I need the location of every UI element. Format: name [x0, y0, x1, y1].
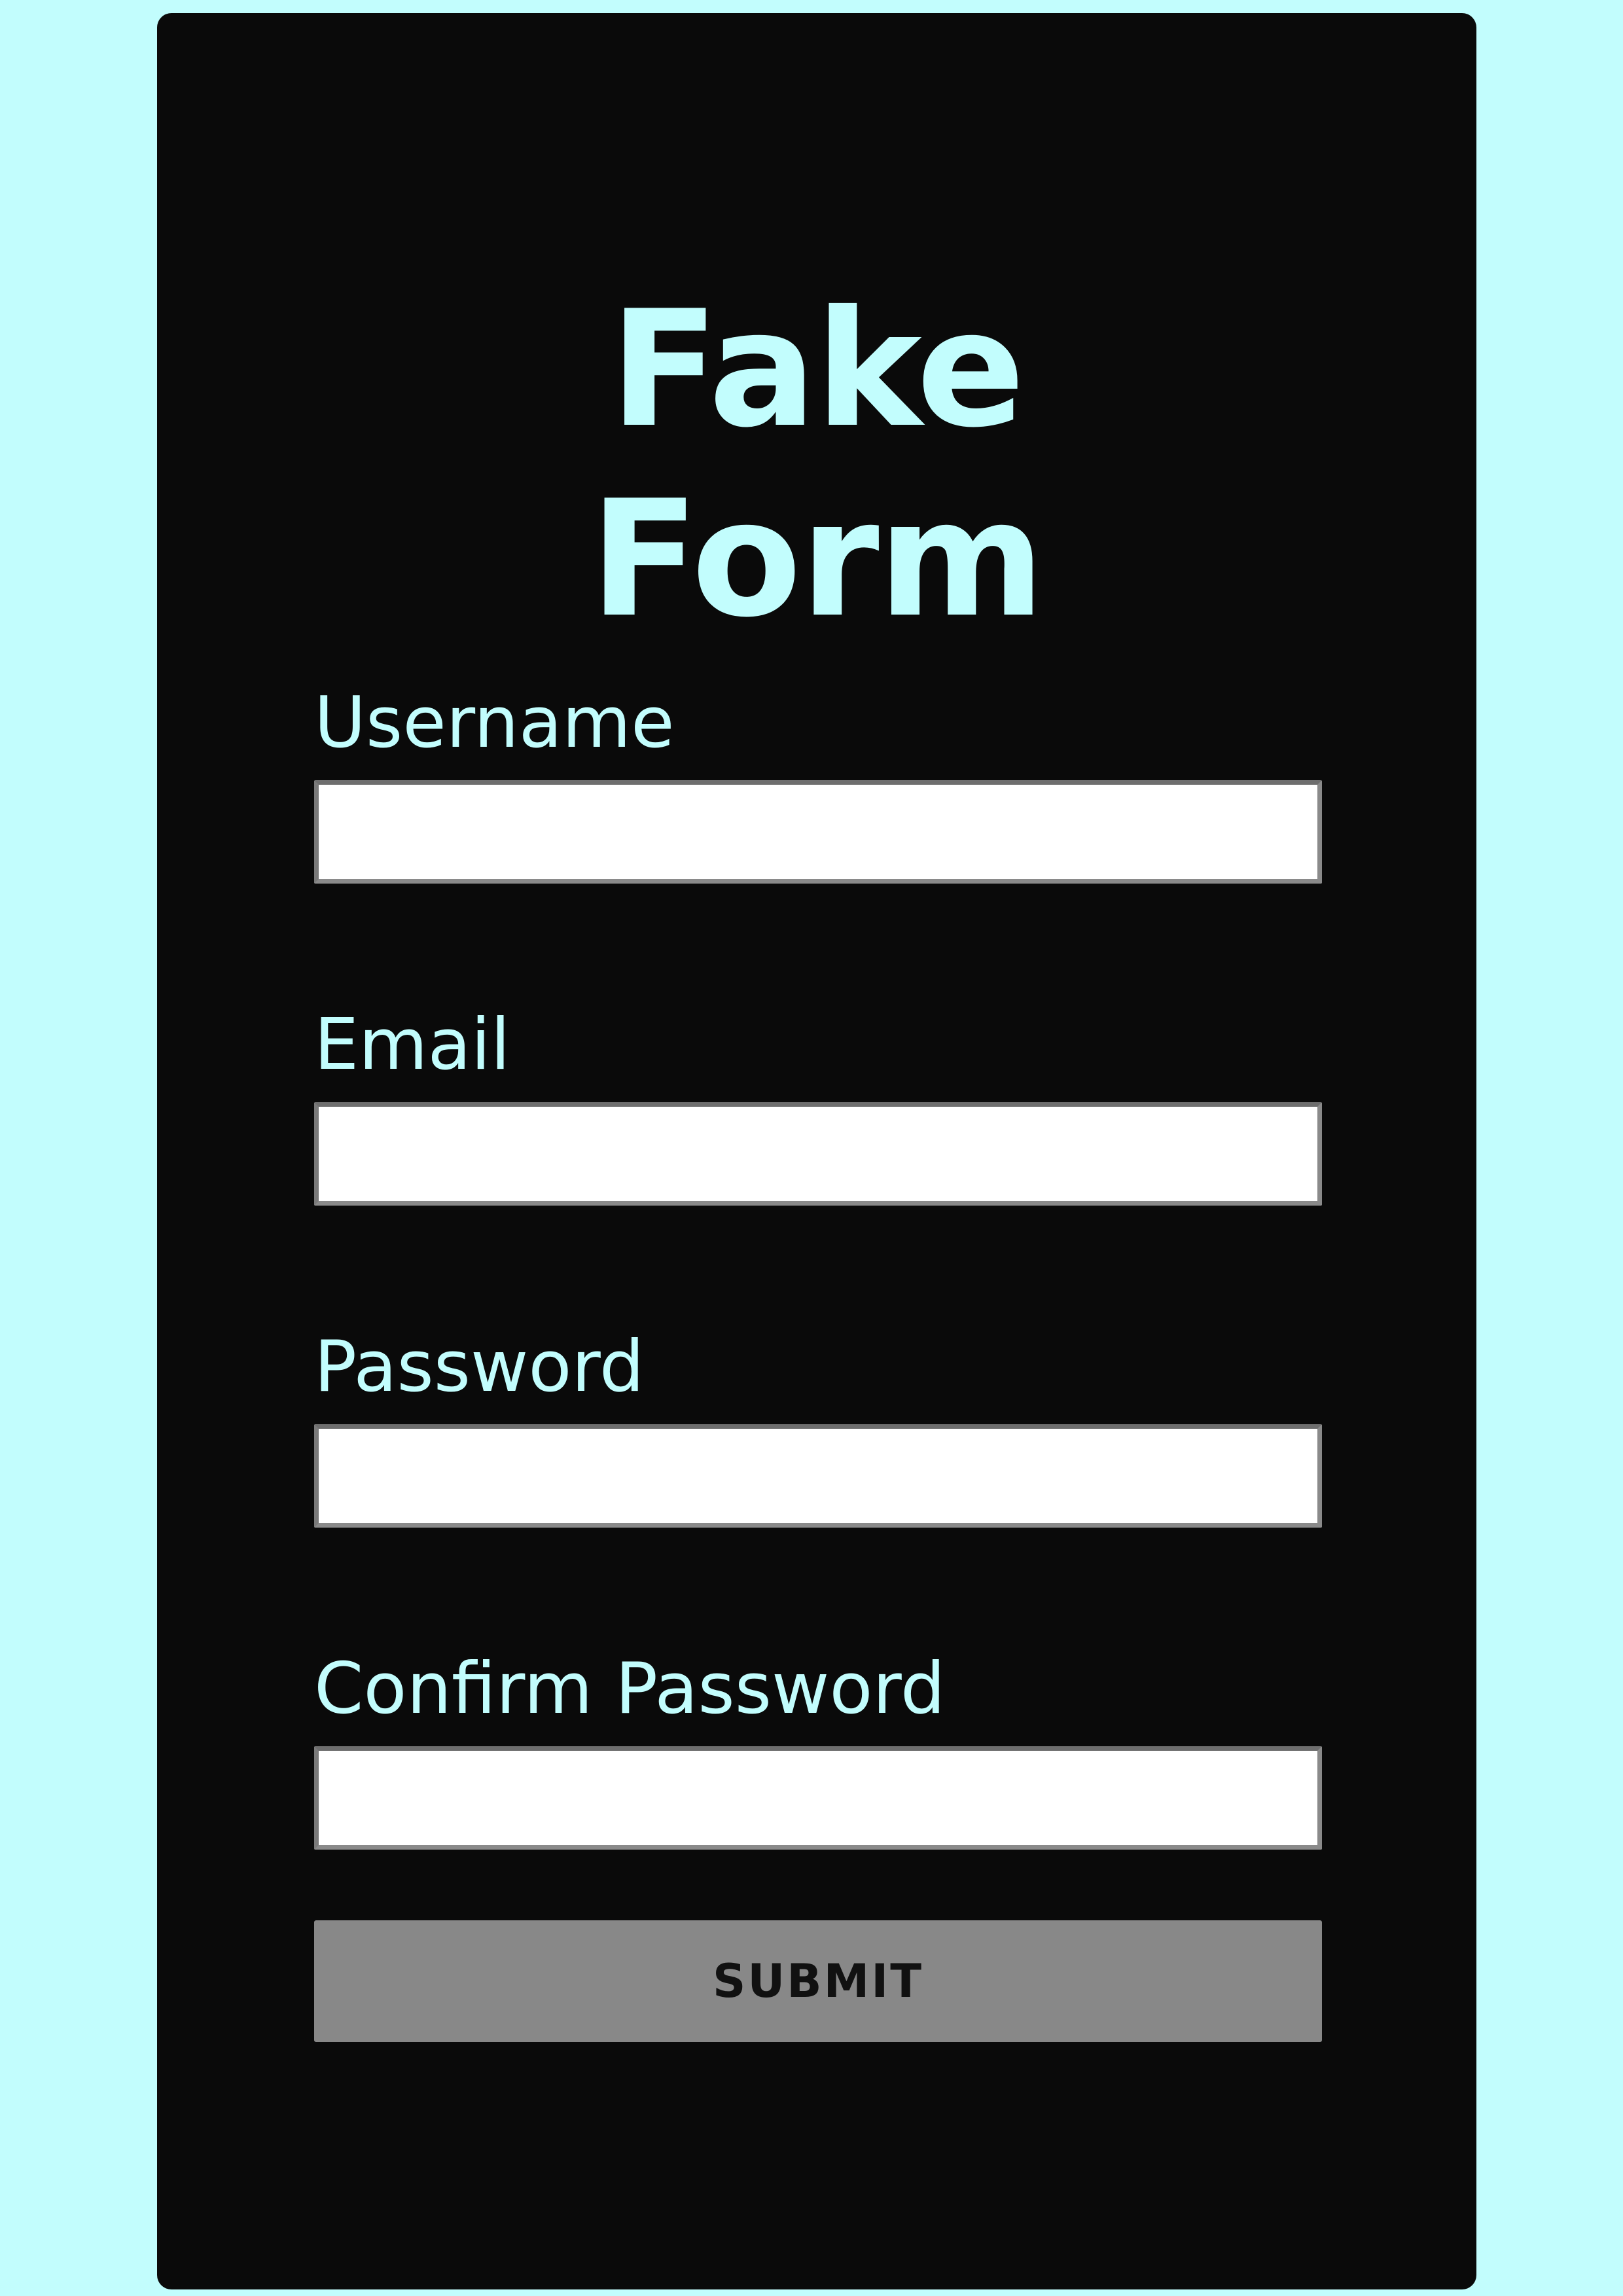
form-title-line-1: Fake — [609, 276, 1026, 463]
confirm-password-input[interactable] — [314, 1746, 1322, 1850]
confirm-password-label: Confirm Password — [314, 1648, 946, 1730]
password-input[interactable] — [314, 1424, 1322, 1528]
username-label: Username — [314, 682, 675, 764]
email-input[interactable] — [314, 1102, 1322, 1206]
email-label: Email — [314, 1004, 510, 1086]
username-input[interactable] — [314, 780, 1322, 884]
form-card: Fake Form Username Email Password Confir… — [157, 13, 1476, 2289]
submit-button[interactable]: SUBMIT — [314, 1920, 1322, 2042]
form-title-line-2: Form — [590, 466, 1045, 653]
form-title: Fake Form — [157, 275, 1476, 655]
password-label: Password — [314, 1326, 645, 1408]
